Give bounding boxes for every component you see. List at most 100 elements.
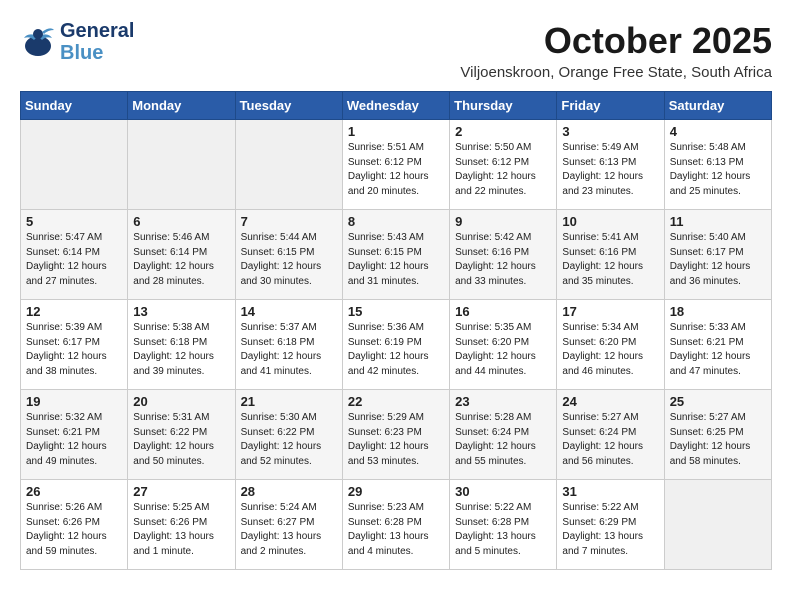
day-number: 11 (670, 214, 766, 229)
day-info: Sunrise: 5:26 AM Sunset: 6:26 PM Dayligh… (26, 501, 122, 559)
subtitle: Viljoenskroon, Orange Free State, South … (460, 64, 772, 81)
day-number: 13 (133, 304, 229, 319)
day-cell: 10Sunrise: 5:41 AM Sunset: 6:16 PM Dayli… (557, 210, 664, 300)
day-cell: 25 Sunrise: 5:27 AM Sunset: 6:25 PM Dayli… (664, 390, 771, 480)
day-info: Sunrise: 5:46 AM Sunset: 6:14 PM Dayligh… (133, 231, 229, 289)
day-info: Sunrise: 5:25 AM Sunset: 6:26 PM Dayligh… (133, 501, 229, 559)
day-cell (235, 120, 342, 210)
day-info: Sunrise: 5:42 AM Sunset: 6:16 PM Dayligh… (455, 231, 551, 289)
day-cell: 14Sunrise: 5:37 AM Sunset: 6:18 PM Dayli… (235, 300, 342, 390)
day-number: 23 (455, 394, 551, 409)
day-info: Sunrise: 5:27 AM Sunset: 6:24 PM Dayligh… (562, 411, 658, 469)
day-cell: 20 Sunrise: 5:31 AM Sunset: 6:22 PM Dayli… (128, 390, 235, 480)
day-number: 7 (241, 214, 337, 229)
day-number: 3 (562, 124, 658, 139)
day-number: 31 (562, 484, 658, 499)
day-info: Sunrise: 5:49 AM Sunset: 6:13 PM Dayligh… (562, 141, 658, 199)
day-info: Sunrise: 5:38 AM Sunset: 6:18 PM Dayligh… (133, 321, 229, 379)
header-monday: Monday (128, 92, 235, 120)
day-number: 29 (348, 484, 444, 499)
day-info: Sunrise: 5:50 AM Sunset: 6:12 PM Dayligh… (455, 141, 551, 199)
logo: General Blue (20, 20, 134, 64)
day-info: Sunrise: 5:28 AM Sunset: 6:24 PM Dayligh… (455, 411, 551, 469)
header-thursday: Thursday (450, 92, 557, 120)
day-cell: 2 Sunrise: 5:50 AM Sunset: 6:12 PM Daylig… (450, 120, 557, 210)
page-header: General Blue October 2025 Viljoenskroon,… (20, 20, 772, 81)
day-cell: 11Sunrise: 5:40 AM Sunset: 6:17 PM Dayli… (664, 210, 771, 300)
day-info: Sunrise: 5:32 AM Sunset: 6:21 PM Dayligh… (26, 411, 122, 469)
day-number: 19 (26, 394, 122, 409)
day-number: 17 (562, 304, 658, 319)
day-cell: 6Sunrise: 5:46 AM Sunset: 6:14 PM Daylig… (128, 210, 235, 300)
day-info: Sunrise: 5:35 AM Sunset: 6:20 PM Dayligh… (455, 321, 551, 379)
day-info: Sunrise: 5:27 AM Sunset: 6:25 PM Dayligh… (670, 411, 766, 469)
day-number: 30 (455, 484, 551, 499)
day-number: 18 (670, 304, 766, 319)
logo-line2: Blue (60, 42, 134, 64)
day-number: 28 (241, 484, 337, 499)
header-wednesday: Wednesday (342, 92, 449, 120)
day-number: 5 (26, 214, 122, 229)
day-number: 12 (26, 304, 122, 319)
day-cell: 9 Sunrise: 5:42 AM Sunset: 6:16 PM Daylig… (450, 210, 557, 300)
header-sunday: Sunday (21, 92, 128, 120)
day-cell: 31 Sunrise: 5:22 AM Sunset: 6:29 PM Dayli… (557, 480, 664, 570)
day-number: 1 (348, 124, 444, 139)
day-cell: 29Sunrise: 5:23 AM Sunset: 6:28 PM Dayli… (342, 480, 449, 570)
day-cell: 18 Sunrise: 5:33 AM Sunset: 6:21 PM Dayli… (664, 300, 771, 390)
day-cell: 4Sunrise: 5:48 AM Sunset: 6:13 PM Daylig… (664, 120, 771, 210)
day-cell: 19 Sunrise: 5:32 AM Sunset: 6:21 PM Dayli… (21, 390, 128, 480)
day-cell: 24 Sunrise: 5:27 AM Sunset: 6:24 PM Dayli… (557, 390, 664, 480)
day-number: 4 (670, 124, 766, 139)
week-row-5: 26 Sunrise: 5:26 AM Sunset: 6:26 PM Dayli… (21, 480, 772, 570)
day-number: 25 (670, 394, 766, 409)
day-info: Sunrise: 5:22 AM Sunset: 6:28 PM Dayligh… (455, 501, 551, 559)
day-number: 2 (455, 124, 551, 139)
day-cell: 1 Sunrise: 5:51 AM Sunset: 6:12 PM Daylig… (342, 120, 449, 210)
day-number: 14 (241, 304, 337, 319)
header-friday: Friday (557, 92, 664, 120)
day-number: 15 (348, 304, 444, 319)
day-cell: 16Sunrise: 5:35 AM Sunset: 6:20 PM Dayli… (450, 300, 557, 390)
day-info: Sunrise: 5:39 AM Sunset: 6:17 PM Dayligh… (26, 321, 122, 379)
day-info: Sunrise: 5:33 AM Sunset: 6:21 PM Dayligh… (670, 321, 766, 379)
day-info: Sunrise: 5:30 AM Sunset: 6:22 PM Dayligh… (241, 411, 337, 469)
week-row-3: 12 Sunrise: 5:39 AM Sunset: 6:17 PM Dayli… (21, 300, 772, 390)
day-number: 27 (133, 484, 229, 499)
day-cell: 30 Sunrise: 5:22 AM Sunset: 6:28 PM Dayli… (450, 480, 557, 570)
day-cell: 12 Sunrise: 5:39 AM Sunset: 6:17 PM Dayli… (21, 300, 128, 390)
day-info: Sunrise: 5:34 AM Sunset: 6:20 PM Dayligh… (562, 321, 658, 379)
logo-line1: General (60, 20, 134, 42)
day-number: 9 (455, 214, 551, 229)
day-number: 21 (241, 394, 337, 409)
day-info: Sunrise: 5:29 AM Sunset: 6:23 PM Dayligh… (348, 411, 444, 469)
day-info: Sunrise: 5:47 AM Sunset: 6:14 PM Dayligh… (26, 231, 122, 289)
day-info: Sunrise: 5:24 AM Sunset: 6:27 PM Dayligh… (241, 501, 337, 559)
day-info: Sunrise: 5:43 AM Sunset: 6:15 PM Dayligh… (348, 231, 444, 289)
main-title: October 2025 (460, 20, 772, 62)
day-cell: 3 Sunrise: 5:49 AM Sunset: 6:13 PM Daylig… (557, 120, 664, 210)
day-cell: 21 Sunrise: 5:30 AM Sunset: 6:22 PM Dayli… (235, 390, 342, 480)
day-info: Sunrise: 5:51 AM Sunset: 6:12 PM Dayligh… (348, 141, 444, 199)
day-info: Sunrise: 5:36 AM Sunset: 6:19 PM Dayligh… (348, 321, 444, 379)
week-row-1: 1 Sunrise: 5:51 AM Sunset: 6:12 PM Daylig… (21, 120, 772, 210)
day-info: Sunrise: 5:22 AM Sunset: 6:29 PM Dayligh… (562, 501, 658, 559)
week-row-4: 19 Sunrise: 5:32 AM Sunset: 6:21 PM Dayli… (21, 390, 772, 480)
day-number: 20 (133, 394, 229, 409)
title-block: October 2025 Viljoenskroon, Orange Free … (460, 20, 772, 81)
day-number: 8 (348, 214, 444, 229)
header-tuesday: Tuesday (235, 92, 342, 120)
header-row: SundayMondayTuesdayWednesdayThursdayFrid… (21, 92, 772, 120)
day-cell: 17 Sunrise: 5:34 AM Sunset: 6:20 PM Dayli… (557, 300, 664, 390)
day-info: Sunrise: 5:41 AM Sunset: 6:16 PM Dayligh… (562, 231, 658, 289)
day-number: 24 (562, 394, 658, 409)
day-cell: 28 Sunrise: 5:24 AM Sunset: 6:27 PM Dayli… (235, 480, 342, 570)
day-number: 26 (26, 484, 122, 499)
day-cell (21, 120, 128, 210)
week-row-2: 5 Sunrise: 5:47 AM Sunset: 6:14 PM Daylig… (21, 210, 772, 300)
day-info: Sunrise: 5:44 AM Sunset: 6:15 PM Dayligh… (241, 231, 337, 289)
day-cell: 13 Sunrise: 5:38 AM Sunset: 6:18 PM Dayli… (128, 300, 235, 390)
day-info: Sunrise: 5:31 AM Sunset: 6:22 PM Dayligh… (133, 411, 229, 469)
day-cell: 8 Sunrise: 5:43 AM Sunset: 6:15 PM Daylig… (342, 210, 449, 300)
calendar-table: SundayMondayTuesdayWednesdayThursdayFrid… (20, 91, 772, 570)
